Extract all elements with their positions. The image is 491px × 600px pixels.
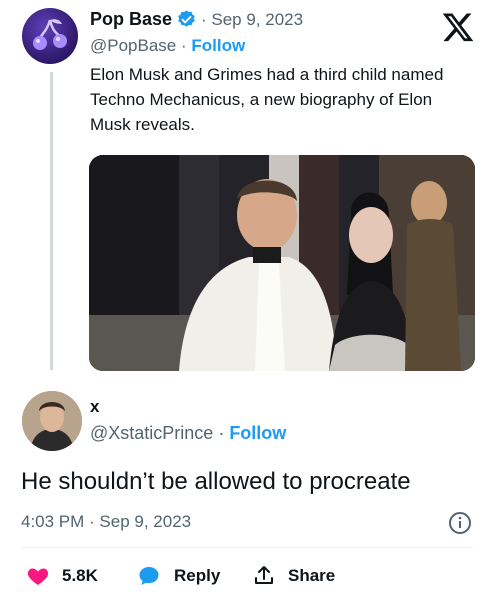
follow-button[interactable]: Follow: [191, 36, 245, 55]
avatar[interactable]: [22, 8, 78, 64]
avatar[interactable]: [22, 391, 82, 451]
cherries-logo-icon: [33, 19, 67, 50]
avatar-portrait: [22, 391, 82, 451]
tweet-text: Elon Musk and Grimes had a third child n…: [90, 65, 444, 134]
reply-bubble-icon: [139, 567, 159, 585]
share-button[interactable]: Share: [252, 562, 352, 590]
separator: ·: [176, 36, 192, 55]
photo-illustration: [89, 155, 475, 371]
divider: [21, 547, 473, 548]
reply-button[interactable]: Reply: [137, 562, 237, 590]
user-handle[interactable]: @PopBase: [90, 36, 176, 55]
user-handle[interactable]: @XstaticPrince: [90, 423, 213, 443]
verified-badge-icon: [178, 10, 195, 27]
handle-line: @PopBase · Follow: [90, 36, 245, 56]
thread-line: [50, 72, 53, 370]
tweet-photo[interactable]: [89, 155, 475, 371]
x-logo-icon[interactable]: [441, 10, 475, 44]
info-icon[interactable]: [448, 511, 472, 535]
share-icon: [255, 566, 273, 584]
follow-button[interactable]: Follow: [229, 423, 286, 443]
tweet-timestamp[interactable]: 4:03 PM · Sep 9, 2023: [21, 512, 191, 532]
reply-label: Reply: [174, 566, 221, 585]
handle-line: @XstaticPrince · Follow: [90, 423, 286, 444]
like-count: 5.8K: [62, 566, 98, 585]
tweet-date[interactable]: · Sep 9, 2023: [201, 10, 303, 30]
author-name[interactable]: x: [90, 397, 99, 417]
like-button[interactable]: 5.8K: [26, 562, 136, 590]
separator: ·: [213, 423, 230, 443]
heart-icon: [27, 568, 49, 585]
share-label: Share: [288, 566, 336, 585]
tweet-text: He shouldn’t be allowed to procreate: [21, 468, 411, 495]
author-name[interactable]: Pop Base: [90, 9, 172, 30]
